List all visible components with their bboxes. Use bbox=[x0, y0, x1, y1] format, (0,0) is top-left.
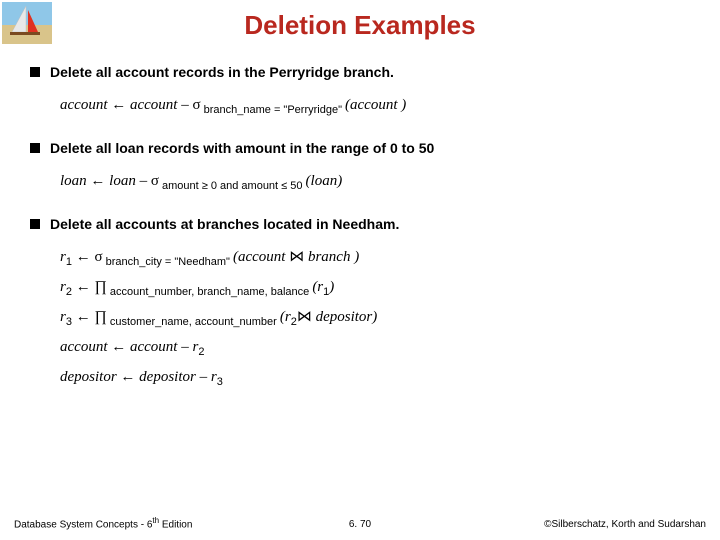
slide-body: Delete all account records in the Perryr… bbox=[30, 63, 690, 393]
bullet-3: Delete all accounts at branches located … bbox=[30, 215, 690, 233]
square-bullet-icon bbox=[30, 67, 40, 77]
sailboat-icon bbox=[2, 2, 52, 44]
expr3-line3: r3 ← ∏ customer_name, account_number (r2… bbox=[60, 303, 690, 333]
expr3-line4: account ← account – r2 bbox=[60, 333, 690, 363]
bullet-2: Delete all loan records with amount in t… bbox=[30, 139, 690, 157]
slide-title: Deletion Examples bbox=[0, 0, 720, 41]
sailboat-logo-image bbox=[2, 2, 52, 44]
bullet-3-text: Delete all accounts at branches located … bbox=[50, 215, 399, 233]
square-bullet-icon bbox=[30, 143, 40, 153]
bullet-1: Delete all account records in the Perryr… bbox=[30, 63, 690, 81]
expression-3: r1 ← σ branch_city = "Needham" (account … bbox=[60, 243, 690, 392]
expr3-line2: r2 ← ∏ account_number, branch_name, bala… bbox=[60, 273, 690, 303]
bullet-2-text: Delete all loan records with amount in t… bbox=[50, 139, 434, 157]
bullet-1-text: Delete all account records in the Perryr… bbox=[50, 63, 394, 81]
square-bullet-icon bbox=[30, 219, 40, 229]
expr3-line1: r1 ← σ branch_city = "Needham" (account … bbox=[60, 243, 690, 273]
expression-2: loan ← loan – σ amount ≥ 0 and amount ≤ … bbox=[60, 167, 690, 197]
expression-1: account ← account – σ branch_name = "Per… bbox=[60, 91, 690, 121]
footer-copyright: ©Silberschatz, Korth and Sudarshan bbox=[544, 519, 706, 530]
expr3-line5: depositor ← depositor – r3 bbox=[60, 363, 690, 393]
